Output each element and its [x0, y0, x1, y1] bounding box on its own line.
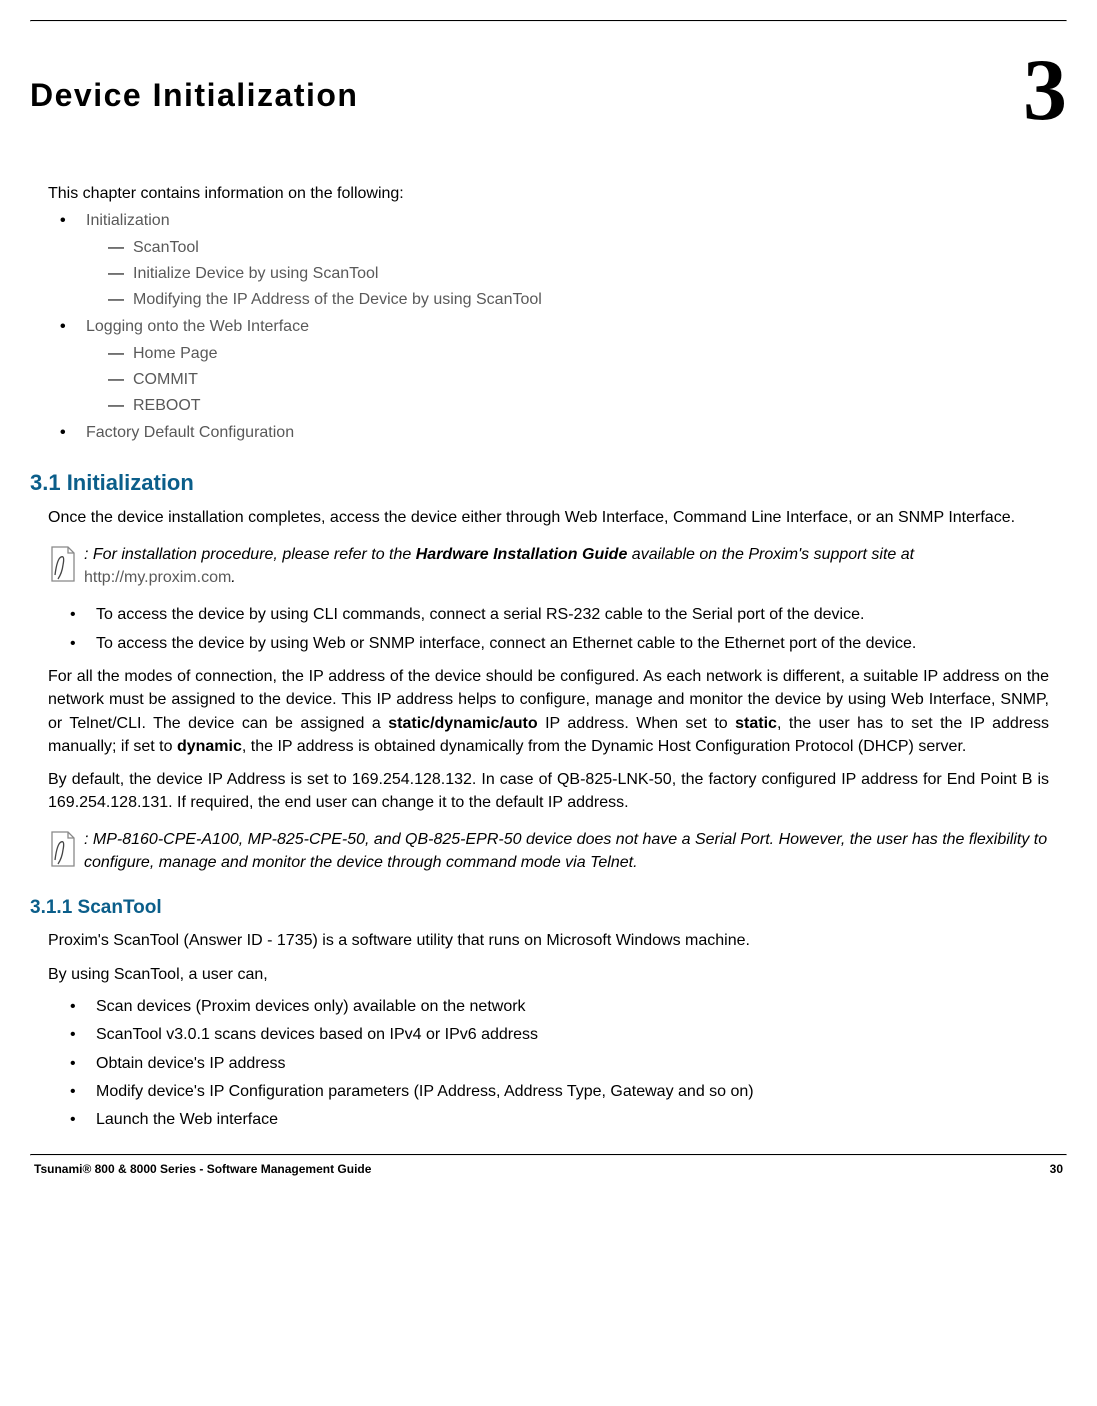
para2-bold3: dynamic [177, 738, 242, 755]
note-text: : For installation procedure, please ref… [84, 543, 1049, 589]
para-scantool-intro: Proxim's ScanTool (Answer ID - 1735) is … [48, 929, 1049, 952]
cap-modify-ip: Modify device's IP Configuration paramet… [70, 1081, 1067, 1103]
toc-item-factory-default[interactable]: Factory Default Configuration [60, 424, 1067, 442]
para2-d: , the IP address is obtained dynamically… [242, 738, 966, 755]
note-bold-guide: Hardware Installation Guide [416, 546, 628, 563]
toc-sub-home-page[interactable]: Home Page [108, 345, 1067, 363]
section-heading-3-1-1: 3.1.1 ScanTool [30, 897, 1067, 919]
para2-bold2: static [735, 715, 777, 732]
note-mid: available on the Proxim's support site a… [627, 546, 914, 563]
note-suffix: . [231, 569, 235, 586]
note-install-procedure: : For installation procedure, please ref… [48, 543, 1049, 590]
note-text-2: : MP-8160-CPE-A100, MP-825-CPE-50, and Q… [84, 828, 1049, 874]
para-default-ip: By default, the device IP Address is set… [48, 768, 1049, 814]
toc-sub-initialize-device[interactable]: Initialize Device by using ScanTool [108, 265, 1067, 283]
chapter-number: 3 [1023, 47, 1067, 135]
footer-divider [30, 1154, 1067, 1156]
para2-bold1: static/dynamic/auto [388, 715, 537, 732]
toc-item-initialization[interactable]: Initialization [60, 212, 1067, 230]
access-web-snmp: To access the device by using Web or SNM… [70, 633, 1067, 655]
section-heading-3-1: 3.1 Initialization [30, 470, 1067, 496]
toc-sub-reboot[interactable]: REBOOT [108, 397, 1067, 415]
para-ip-config: For all the modes of connection, the IP … [48, 665, 1049, 758]
toc-item-logging[interactable]: Logging onto the Web Interface [60, 318, 1067, 336]
toc-sub-modify-ip[interactable]: Modifying the IP Address of the Device b… [108, 291, 1067, 309]
footer-page-number: 30 [1050, 1162, 1063, 1176]
para-scantool-usercan: By using ScanTool, a user can, [48, 963, 1049, 986]
note-icon [48, 545, 78, 590]
chapter-header: Device Initialization 3 [30, 47, 1067, 135]
note-no-serial-port: : MP-8160-CPE-A100, MP-825-CPE-50, and Q… [48, 828, 1049, 875]
cap-obtain-ip: Obtain device's IP address [70, 1053, 1067, 1075]
scantool-capabilities: Scan devices (Proxim devices only) avail… [70, 996, 1067, 1132]
cap-scan: Scan devices (Proxim devices only) avail… [70, 996, 1067, 1018]
note-link[interactable]: http://my.proxim.com [84, 569, 231, 586]
toc-list: Initialization ScanTool Initialize Devic… [60, 212, 1067, 442]
chapter-title: Device Initialization [30, 77, 358, 114]
toc-sub-scantool[interactable]: ScanTool [108, 239, 1067, 257]
access-cli: To access the device by using CLI comman… [70, 604, 1067, 626]
intro-text: This chapter contains information on the… [48, 185, 1067, 203]
note-prefix: : For installation procedure, please ref… [84, 546, 416, 563]
footer-title: Tsunami® 800 & 8000 Series - Software Ma… [34, 1162, 371, 1176]
page-footer: Tsunami® 800 & 8000 Series - Software Ma… [30, 1162, 1067, 1186]
para2-b: IP address. When set to [538, 715, 736, 732]
top-divider [30, 20, 1067, 22]
cap-ipv4-ipv6: ScanTool v3.0.1 scans devices based on I… [70, 1024, 1067, 1046]
access-list: To access the device by using CLI comman… [70, 604, 1067, 655]
para-3-1-intro: Once the device installation completes, … [48, 506, 1049, 529]
note-icon [48, 830, 78, 875]
toc-sub-commit[interactable]: COMMIT [108, 371, 1067, 389]
cap-launch-web: Launch the Web interface [70, 1109, 1067, 1131]
